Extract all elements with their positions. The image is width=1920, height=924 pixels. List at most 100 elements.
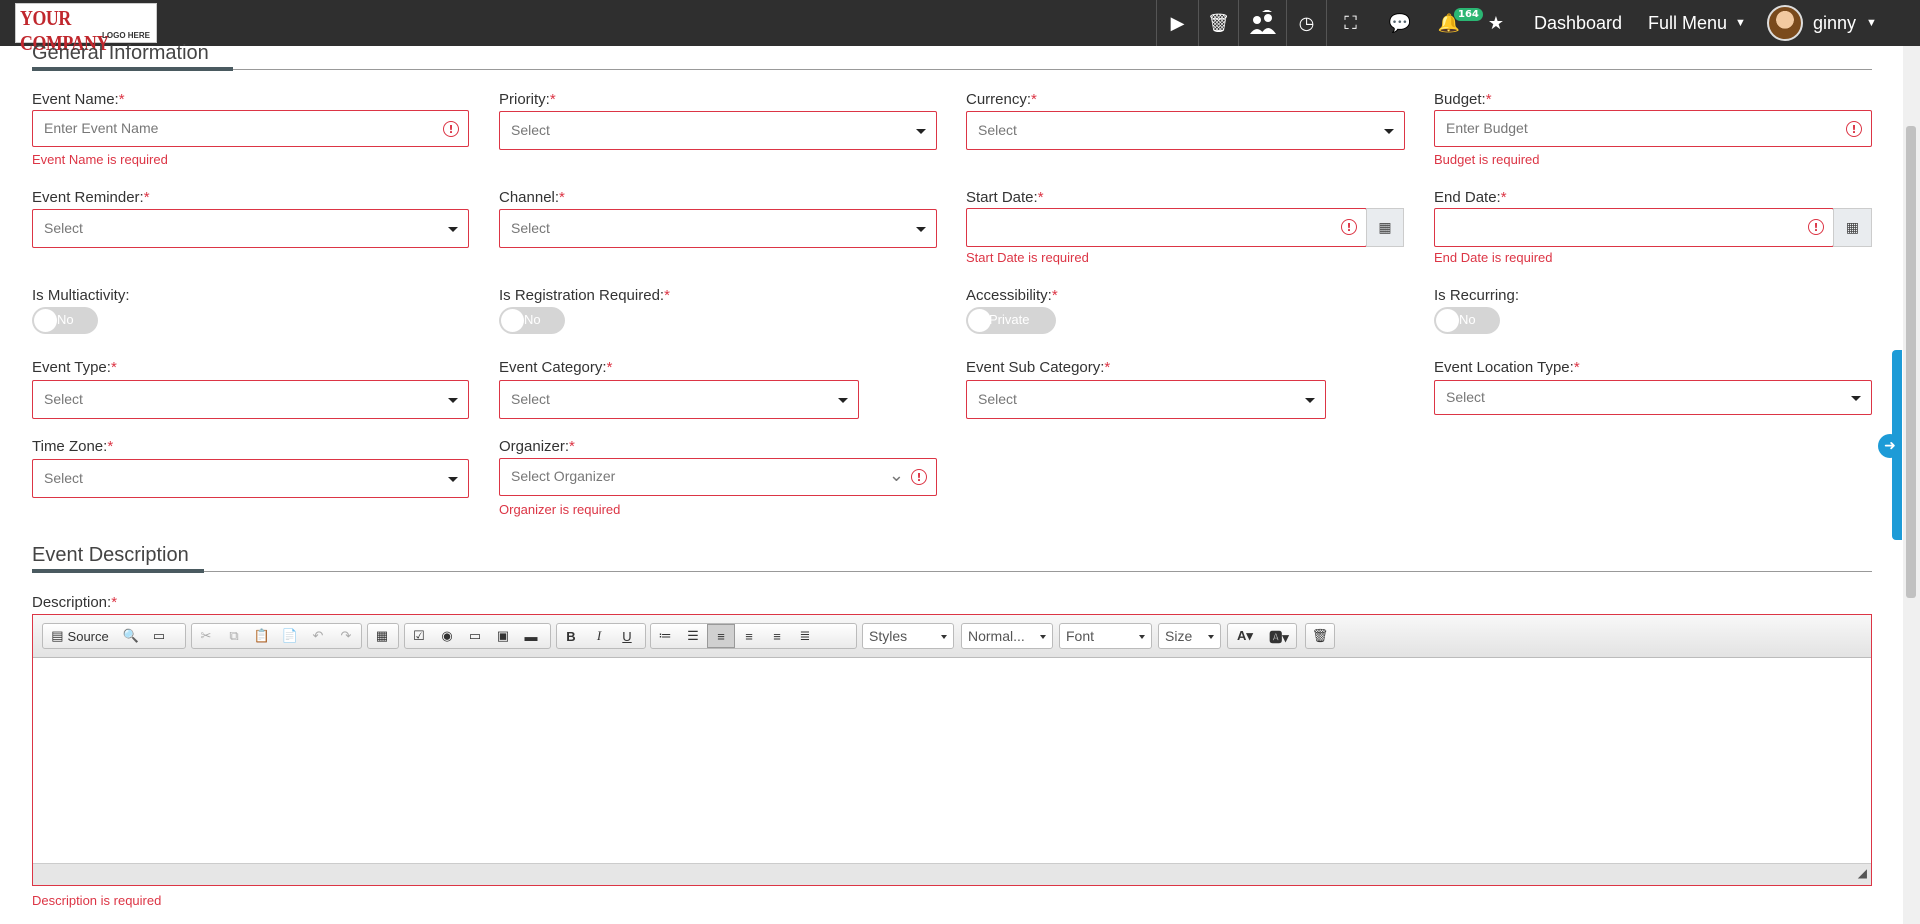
preview-icon[interactable]: 🔍: [117, 624, 145, 648]
format-label: Normal...: [968, 628, 1025, 644]
event-type-select[interactable]: Select: [32, 380, 469, 419]
priority-value: Select: [511, 122, 550, 138]
section-divider: [32, 571, 1872, 572]
budget-placeholder: Enter Budget: [1446, 120, 1528, 136]
caret-down-icon: [1851, 396, 1861, 401]
caret-down-icon: [916, 227, 926, 232]
templates-icon[interactable]: ▭: [145, 624, 173, 648]
dashboard-link[interactable]: Dashboard: [1534, 0, 1622, 46]
paste-icon[interactable]: 📋: [248, 624, 276, 648]
checkbox-icon[interactable]: ☑: [405, 624, 433, 648]
bold-icon[interactable]: B: [557, 624, 585, 648]
background-color-icon[interactable]: 🅰▾: [1262, 624, 1296, 648]
section-underline: [32, 569, 204, 573]
justify-icon[interactable]: ≣: [791, 624, 819, 648]
redo-icon[interactable]: ↷: [332, 624, 360, 648]
event-location-type-select[interactable]: Select: [1434, 380, 1872, 415]
event-category-select[interactable]: Select: [499, 380, 859, 419]
start-date-error: Start Date is required: [966, 250, 1089, 265]
caret-down-icon: ▼: [1866, 17, 1877, 29]
size-dropdown[interactable]: Size: [1158, 623, 1221, 649]
organizer-placeholder: Select Organizer: [511, 468, 616, 484]
align-right-icon[interactable]: ≡: [763, 624, 791, 648]
error-icon: !: [911, 469, 927, 485]
notification-badge: 164: [1454, 8, 1483, 21]
is-registration-required-toggle[interactable]: No: [499, 307, 565, 334]
top-navbar: YOUR COMPANY LOGO HERE ▶ 🗑 ◷ ⛶ 💬 🔔 164 ★…: [0, 0, 1920, 55]
start-date-input[interactable]: !: [966, 208, 1367, 247]
priority-select[interactable]: Select: [499, 111, 937, 150]
event-reminder-select[interactable]: Select: [32, 209, 469, 248]
event-category-value: Select: [511, 391, 550, 407]
avatar[interactable]: [1767, 5, 1803, 41]
organizer-select[interactable]: Select Organizer ⌄ !: [499, 458, 937, 496]
align-center-icon[interactable]: ≡: [735, 624, 763, 648]
bell-icon[interactable]: 🔔: [1430, 0, 1468, 46]
find-replace-icon[interactable]: ▦: [368, 624, 396, 648]
undo-icon[interactable]: ↶: [304, 624, 332, 648]
user-menu[interactable]: ginny ▼: [1813, 0, 1877, 46]
textarea-icon[interactable]: ▣: [489, 624, 517, 648]
scrollbar-thumb[interactable]: [1906, 126, 1916, 598]
format-dropdown[interactable]: Normal...: [961, 623, 1053, 649]
event-name-error: Event Name is required: [32, 152, 168, 167]
currency-select[interactable]: Select: [966, 111, 1405, 150]
numbered-list-icon[interactable]: ≔: [651, 624, 679, 648]
toolbar-group-document: ▤ Source 🔍 ▭: [42, 623, 186, 649]
error-icon: !: [443, 121, 459, 137]
star-icon[interactable]: ★: [1480, 0, 1512, 46]
text-color-icon[interactable]: A▾: [1228, 624, 1262, 648]
event-type-label: Event Type:*: [32, 359, 117, 376]
styles-label: Styles: [869, 628, 908, 644]
is-recurring-toggle[interactable]: No: [1434, 307, 1500, 334]
calendar-icon[interactable]: ▦: [1366, 208, 1404, 247]
accessibility-toggle[interactable]: Private: [966, 307, 1056, 334]
align-left-icon[interactable]: ≡: [707, 624, 735, 648]
event-reminder-label: Event Reminder:*: [32, 189, 150, 206]
chat-icon[interactable]: 💬: [1380, 0, 1420, 46]
event-reminder-value: Select: [44, 220, 83, 236]
rich-text-editor[interactable]: ▤ Source 🔍 ▭ ✂ ⧉ 📋 📄 ↶ ↷ ▦ ☑ ◉ ▭ ▣ ▬ B I …: [32, 614, 1872, 886]
styles-dropdown[interactable]: Styles: [862, 623, 954, 649]
is-multiactivity-label: Is Multiactivity:: [32, 287, 130, 304]
agents-icon[interactable]: [1238, 0, 1286, 46]
radio-icon[interactable]: ◉: [433, 624, 461, 648]
budget-input[interactable]: Enter Budget !: [1434, 110, 1872, 147]
source-button[interactable]: ▤ Source: [43, 624, 117, 648]
event-sub-category-select[interactable]: Select: [966, 380, 1326, 419]
paste-text-icon[interactable]: 📄: [276, 624, 304, 648]
event-name-input[interactable]: Enter Event Name !: [32, 110, 469, 147]
collapse-arrow-icon[interactable]: ➜: [1878, 434, 1902, 458]
time-zone-select[interactable]: Select: [32, 459, 469, 498]
channel-select[interactable]: Select: [499, 209, 937, 248]
is-multiactivity-toggle[interactable]: No: [32, 307, 98, 334]
full-menu-dropdown[interactable]: Full Menu ▼: [1648, 0, 1746, 46]
toggle-text: No: [1459, 312, 1476, 327]
underline-icon[interactable]: U: [613, 624, 641, 648]
trash-icon[interactable]: 🗑: [1198, 0, 1238, 46]
error-icon: !: [1341, 219, 1357, 235]
button-icon[interactable]: ▬: [517, 624, 545, 648]
calendar-icon[interactable]: ▦: [1833, 208, 1872, 247]
copy-icon[interactable]: ⧉: [220, 624, 248, 648]
clear-icon[interactable]: 🗑: [1306, 624, 1334, 648]
history-icon[interactable]: ◷: [1286, 0, 1326, 46]
cut-icon[interactable]: ✂: [192, 624, 220, 648]
priority-label: Priority:*: [499, 91, 556, 108]
end-date-label: End Date:*: [1434, 189, 1507, 206]
resize-handle-icon[interactable]: ◢: [1858, 866, 1867, 880]
toolbar-group-clipboard: ✂ ⧉ 📋 📄 ↶ ↷: [191, 623, 362, 649]
caret-down-icon: [448, 398, 458, 403]
toggle-knob: [501, 309, 524, 332]
toolbar-group-paragraph: ≔ ☰ ≡ ≡ ≡ ≣: [650, 623, 857, 649]
italic-icon[interactable]: I: [585, 624, 613, 648]
fullscreen-icon[interactable]: ⛶: [1326, 0, 1374, 46]
play-icon[interactable]: ▶: [1156, 0, 1198, 46]
textfield-icon[interactable]: ▭: [461, 624, 489, 648]
end-date-input[interactable]: !: [1434, 208, 1834, 247]
font-dropdown[interactable]: Font: [1059, 623, 1152, 649]
section-underline: [32, 67, 233, 71]
company-logo[interactable]: YOUR COMPANY LOGO HERE: [15, 3, 157, 55]
bullet-list-icon[interactable]: ☰: [679, 624, 707, 648]
budget-label: Budget:*: [1434, 91, 1492, 108]
